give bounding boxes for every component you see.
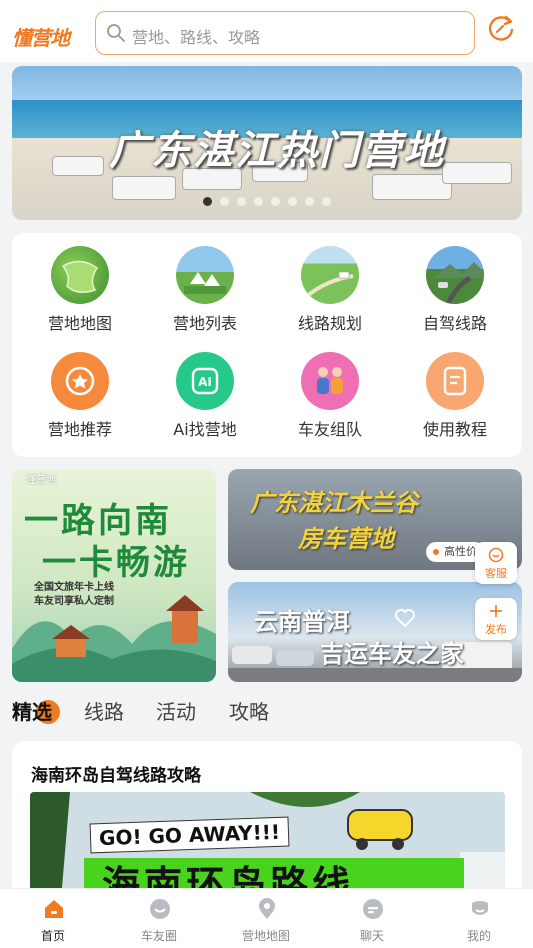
medal-icon xyxy=(51,352,109,410)
carousel-dot[interactable] xyxy=(237,197,246,206)
promo-headline-2: 一卡畅游 xyxy=(42,543,190,583)
mountain-illustration xyxy=(12,595,216,682)
svg-text:AI: AI xyxy=(198,375,212,389)
profile-icon xyxy=(472,901,488,915)
feature-grid: 营地地图 营地列表 线路规划 自驾线路 营地推荐 AI Ai找营地 车友组队 使… xyxy=(12,233,522,457)
circle-icon xyxy=(150,899,170,919)
grid-label: 车友组队 xyxy=(297,420,362,439)
promo-rt-line-2: 房车营地 xyxy=(298,525,394,553)
publish-label: 发布 xyxy=(485,623,507,636)
carousel-dot[interactable] xyxy=(288,197,297,206)
route-photo-icon xyxy=(301,246,359,304)
search-icon xyxy=(107,24,125,42)
promo-card-annual-pass[interactable]: 懂营地 一路向南 一卡畅游 全国文旅年卡上线 车友司享私人定制 xyxy=(12,469,216,682)
customer-service-button[interactable]: 客服 xyxy=(475,542,517,584)
tutorial-icon xyxy=(426,352,484,410)
tab-activities[interactable]: 活动 xyxy=(156,696,196,725)
map-photo-icon xyxy=(51,246,109,304)
hero-banner[interactable]: 广东湛江热门营地 xyxy=(12,66,522,220)
carousel-dot[interactable] xyxy=(305,197,314,206)
app-logo[interactable]: 懂营地 xyxy=(10,12,80,50)
publish-button[interactable]: 发布 xyxy=(475,598,517,640)
promo-watermark: 懂营地 xyxy=(26,475,56,486)
carousel-dot[interactable] xyxy=(322,197,331,206)
tab-guides[interactable]: 攻略 xyxy=(229,696,269,725)
nav-label: 我的 xyxy=(466,929,491,943)
header: 懂营地 营地、路线、攻略 xyxy=(0,0,533,62)
article-card[interactable]: 海南环岛自驾线路攻略 GO! GO AWAY!!! 海南环岛路线 xyxy=(12,741,522,911)
promo-rb-line-2: 吉运车友之家 xyxy=(320,640,464,668)
search-input[interactable]: 营地、路线、攻略 xyxy=(95,11,475,55)
grid-item-camp-map[interactable]: 营地地图 xyxy=(25,246,135,334)
team-icon xyxy=(301,352,359,410)
grid-label: Ai找营地 xyxy=(173,420,237,439)
road-trip-photo-icon xyxy=(426,246,484,304)
carousel-dots[interactable] xyxy=(12,191,522,210)
grid-item-ai-find[interactable]: AI Ai找营地 xyxy=(150,352,260,440)
nav-item-profile[interactable]: 我的 xyxy=(426,889,532,948)
refresh-icon[interactable] xyxy=(486,13,516,43)
nav-label: 首页 xyxy=(40,929,65,943)
banner-title: 广东湛江热门营地 xyxy=(109,128,445,174)
carousel-dot[interactable] xyxy=(220,197,229,206)
grid-label: 自驾线路 xyxy=(422,314,487,333)
grid-label: 营地列表 xyxy=(172,314,237,333)
tab-routes[interactable]: 线路 xyxy=(84,696,124,725)
ai-icon: AI xyxy=(176,352,234,410)
nav-item-camp-map[interactable]: 营地地图 xyxy=(213,889,319,948)
location-pin-icon xyxy=(259,898,275,919)
article-title: 海南环岛自驾线路攻略 xyxy=(31,766,201,786)
carousel-dot[interactable] xyxy=(271,197,280,206)
grid-item-camp-list[interactable]: 营地列表 xyxy=(150,246,260,334)
promo-rb-line-1: 云南普洱 xyxy=(254,608,350,636)
service-label: 客服 xyxy=(485,567,507,580)
nav-label: 车友圈 xyxy=(140,929,177,943)
home-icon xyxy=(45,900,63,918)
search-placeholder: 营地、路线、攻略 xyxy=(132,28,261,47)
grid-item-team-up[interactable]: 车友组队 xyxy=(275,352,385,440)
service-icon xyxy=(488,547,504,563)
promo-rt-line-1: 广东湛江木兰谷 xyxy=(250,489,418,517)
grid-item-recommend[interactable]: 营地推荐 xyxy=(25,352,135,440)
grid-item-route-plan[interactable]: 线路规划 xyxy=(275,246,385,334)
grid-item-tutorial[interactable]: 使用教程 xyxy=(400,352,510,440)
grid-label: 使用教程 xyxy=(422,420,487,439)
nav-item-circle[interactable]: 车友圈 xyxy=(106,889,212,948)
nav-label: 营地地图 xyxy=(241,929,290,943)
chat-icon xyxy=(363,899,383,919)
heart-icon xyxy=(395,609,415,628)
carousel-dot[interactable] xyxy=(254,197,263,206)
plus-icon xyxy=(490,605,502,617)
tab-featured[interactable]: 精选 xyxy=(12,696,52,725)
logo-text: 懂营地 xyxy=(12,26,70,50)
bottom-nav: 首页 车友圈 营地地图 聊天 我的 xyxy=(0,888,533,948)
grid-label: 营地地图 xyxy=(47,314,112,333)
grid-label: 营地推荐 xyxy=(47,420,112,439)
nav-item-chat[interactable]: 聊天 xyxy=(319,889,425,948)
grid-item-self-drive[interactable]: 自驾线路 xyxy=(400,246,510,334)
nav-label: 聊天 xyxy=(359,929,384,943)
camp-list-photo-icon xyxy=(176,246,234,304)
grid-label: 线路规划 xyxy=(297,314,362,333)
nav-item-home[interactable]: 首页 xyxy=(0,889,106,948)
carousel-dot-active[interactable] xyxy=(203,197,212,206)
